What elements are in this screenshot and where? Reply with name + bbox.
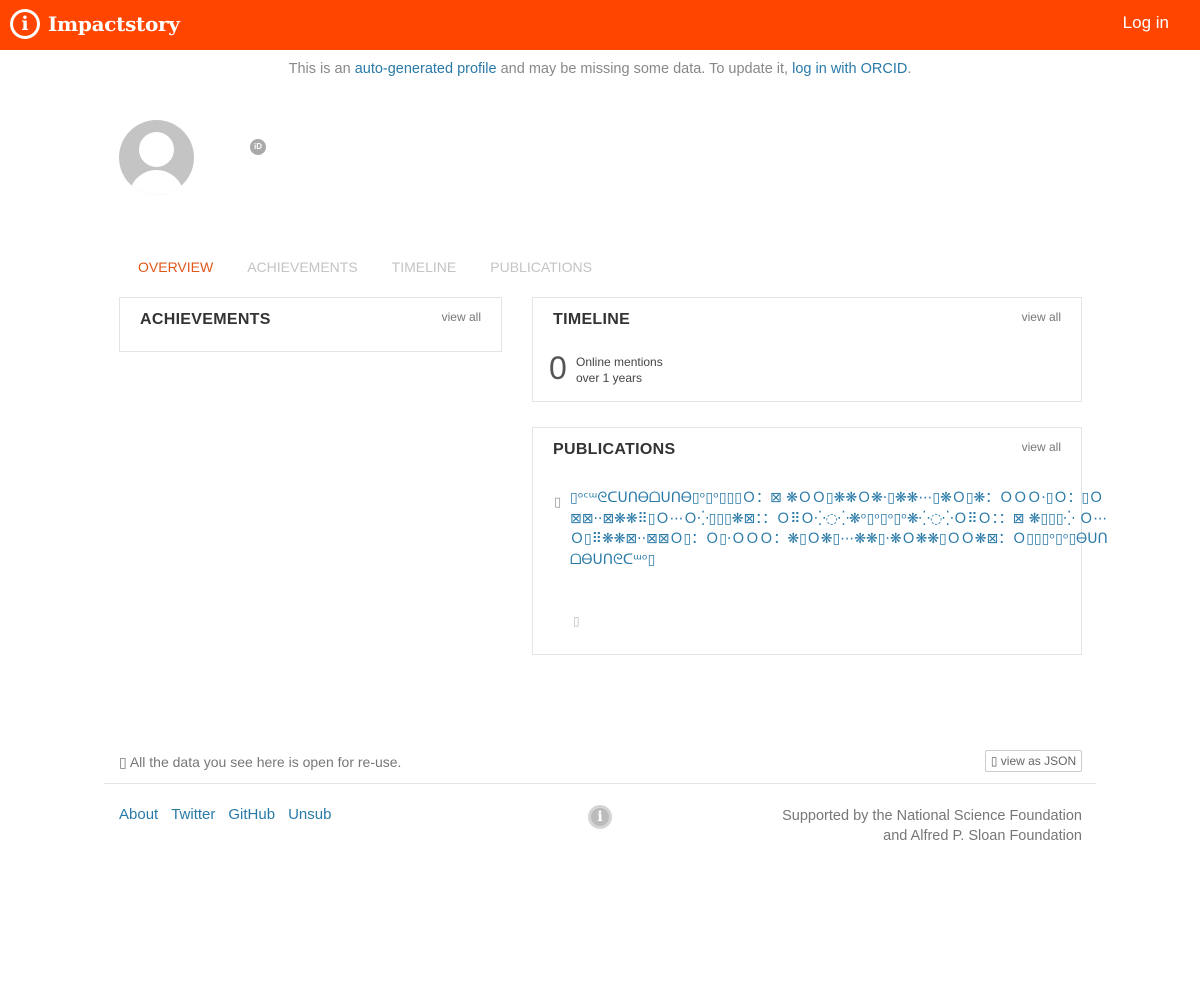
notice-suffix: . (907, 61, 912, 77)
footer-link-about[interactable]: About (119, 806, 158, 823)
impactstory-logo[interactable]: i Impactstory (10, 9, 180, 39)
avatar (119, 120, 194, 195)
timeline-title: TIMELINE (553, 311, 631, 328)
achievements-title: ACHIEVEMENTS (140, 311, 271, 328)
profile-tabs: OVERVIEW ACHIEVEMENTS TIMELINE PUBLICATI… (138, 259, 626, 275)
tab-overview[interactable]: OVERVIEW (138, 259, 213, 275)
mentions-line1: Online mentions (576, 355, 663, 369)
publication-meta: ▯ (573, 614, 580, 628)
footer-divider (104, 783, 1096, 784)
footer-links: About Twitter GitHub Unsub (119, 806, 344, 823)
notice-middle: and may be missing some data. To update … (496, 61, 793, 77)
avatar-head (139, 132, 174, 167)
mentions-line2: over 1 years (576, 371, 643, 385)
timeline-view-all-link[interactable]: view all (1022, 310, 1061, 324)
top-navbar: i Impactstory Log in (0, 0, 1200, 50)
support-line2: and Alfred P. Sloan Foundation (883, 828, 1082, 844)
view-as-json-button[interactable]: ▯ view as JSON (985, 750, 1082, 772)
mentions-label: Online mentions over 1 years (576, 354, 663, 386)
publications-view-all-link[interactable]: view all (1022, 440, 1061, 454)
publication-type-icon: ▯ (554, 494, 562, 509)
logo-text: Impactstory (48, 12, 180, 36)
avatar-body (129, 170, 184, 195)
notice-prefix: This is an (288, 61, 355, 77)
info-logo-icon: i (10, 9, 40, 39)
publications-card: PUBLICATIONS view all ▯ ▯ᵒᶜᵚᘓᑕᑌᑎᎾᗝᑌᑎᎾ▯ᵒ▯… (532, 427, 1108, 655)
login-with-orcid-link[interactable]: log in with ORCID (792, 61, 907, 77)
publication-title-link[interactable]: ▯ᵒᶜᵚᘓᑕᑌᑎᎾᗝᑌᑎᎾ▯ᵒ▯ᵒ▯▯▯Ｏ：⊠ ❋ＯＯ▯❋❋Ｏ❋·▯❋❋⋯▯❋Ｏ… (570, 488, 1110, 570)
orcid-icon[interactable]: iD (250, 139, 266, 155)
footer-link-github[interactable]: GitHub (228, 806, 275, 823)
footer-logo-glyph: i (597, 809, 603, 825)
tab-publications[interactable]: PUBLICATIONS (490, 259, 592, 275)
achievements-view-all-link[interactable]: view all (442, 310, 481, 324)
tab-achievements[interactable]: ACHIEVEMENTS (247, 259, 357, 275)
open-data-notice: ▯ All the data you see here is open for … (119, 754, 401, 771)
support-line1: Supported by the National Science Founda… (782, 808, 1082, 824)
tab-timeline[interactable]: TIMELINE (392, 259, 457, 275)
unlock-icon: ▯ (119, 754, 127, 770)
funding-support-text: Supported by the National Science Founda… (782, 806, 1082, 846)
login-link[interactable]: Log in (1123, 13, 1169, 33)
footer-link-unsub[interactable]: Unsub (288, 806, 331, 823)
auto-generated-notice: This is an auto-generated profile and ma… (0, 61, 1200, 77)
achievements-card: ACHIEVEMENTS view all (119, 297, 502, 352)
open-data-text: All the data you see here is open for re… (126, 754, 402, 770)
footer-logo-icon: i (588, 805, 612, 829)
timeline-card: TIMELINE view all 0 Online mentions over… (532, 297, 1082, 402)
publications-title: PUBLICATIONS (553, 441, 676, 458)
auto-generated-profile-link[interactable]: auto-generated profile (355, 61, 497, 77)
mentions-count: 0 (549, 350, 567, 386)
footer-link-twitter[interactable]: Twitter (171, 806, 215, 823)
